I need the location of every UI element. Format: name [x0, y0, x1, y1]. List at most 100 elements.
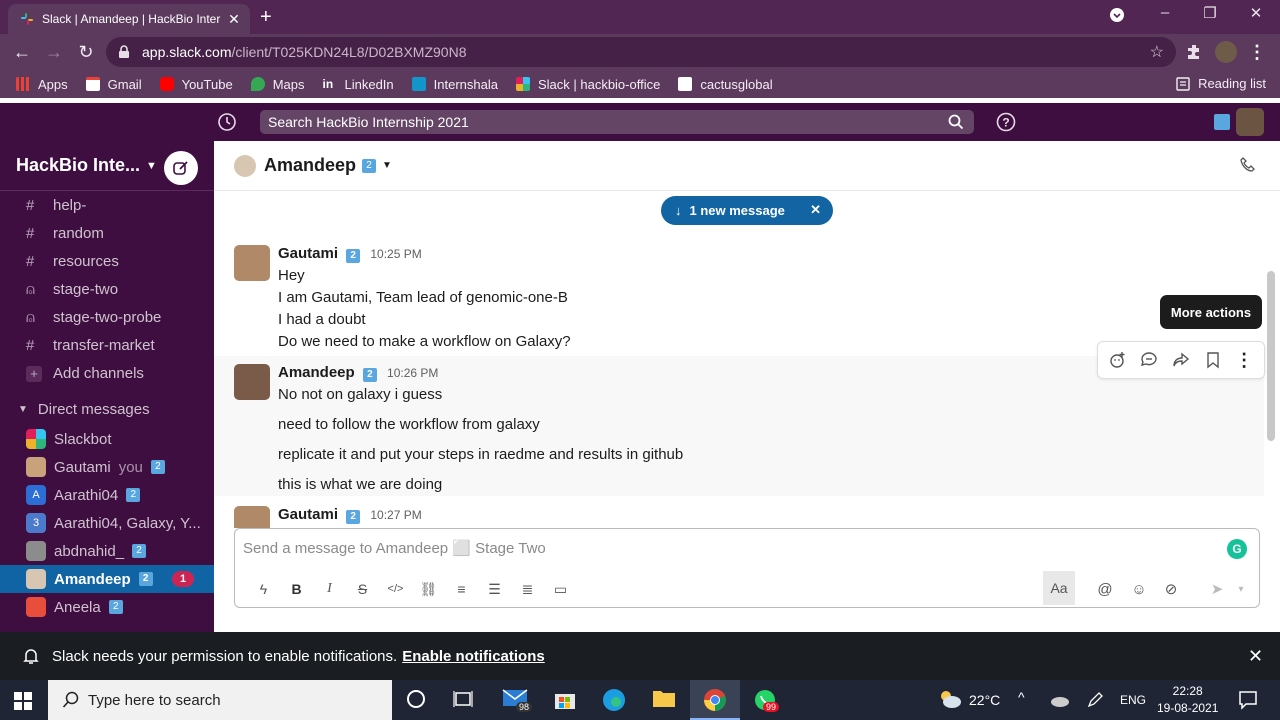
attach-icon[interactable]: ⊘: [1159, 577, 1183, 601]
ordered-list-icon[interactable]: ≡: [445, 575, 478, 603]
message-input[interactable]: [243, 537, 1203, 559]
dm-abdnahid[interactable]: abdnahid_ 2: [0, 537, 214, 565]
address-bar[interactable]: app.slack.com/client/T025KDN24L8/D02BXMZ…: [106, 37, 1176, 67]
message-author[interactable]: Gautami 2 10:27 PM: [278, 506, 422, 524]
message-author[interactable]: Amandeep 2 10:26 PM: [278, 364, 438, 382]
back-icon[interactable]: ←: [12, 42, 32, 62]
enable-notifications-link[interactable]: Enable notifications: [402, 648, 545, 665]
window-close-icon[interactable]: ✕: [1244, 4, 1268, 22]
weather-temp[interactable]: 22°C: [969, 692, 1000, 708]
bold-icon[interactable]: B: [280, 575, 313, 603]
message-time[interactable]: 10:25 PM: [370, 247, 421, 261]
edge-icon[interactable]: [602, 688, 628, 712]
channel-help[interactable]: # help-: [0, 191, 214, 219]
bulleted-list-icon[interactable]: ☰: [478, 575, 511, 603]
whatsapp-icon[interactable]: 99: [753, 688, 780, 712]
channel-stage-two[interactable]: ⍝ stage-two: [0, 275, 214, 303]
profile-avatar[interactable]: [1215, 41, 1237, 63]
avatar[interactable]: [234, 364, 270, 400]
more-actions-icon[interactable]: ⋮: [1235, 350, 1253, 371]
history-clock-icon[interactable]: [217, 112, 237, 132]
shortcuts-lightning-icon[interactable]: ϟ: [247, 575, 280, 603]
tab-close-icon[interactable]: ✕: [226, 11, 242, 28]
message-author[interactable]: Gautami 2 10:25 PM: [278, 245, 422, 263]
dm-gautami[interactable]: Gautami you 2: [0, 453, 214, 481]
mention-icon[interactable]: @: [1093, 577, 1117, 601]
share-icon[interactable]: [1172, 351, 1190, 369]
message-time[interactable]: 10:27 PM: [370, 508, 421, 522]
slack-search-input[interactable]: Search HackBio Internship 2021: [260, 110, 974, 134]
windows-start-icon[interactable]: [14, 692, 32, 710]
avatar[interactable]: [234, 506, 270, 528]
code-block-icon[interactable]: ▭: [544, 575, 577, 603]
notification-center-icon[interactable]: [1238, 690, 1258, 710]
channel-transfer-market[interactable]: # transfer-market: [0, 331, 214, 359]
task-view-icon[interactable]: [452, 688, 478, 712]
reply-thread-icon[interactable]: [1140, 351, 1158, 369]
emoji-icon[interactable]: ☺: [1127, 577, 1151, 601]
chrome-taskbar-active[interactable]: [690, 680, 740, 720]
new-message-pill[interactable]: ↓ 1 new message ✕: [661, 196, 833, 225]
italic-icon[interactable]: I: [313, 575, 346, 603]
channel-resources[interactable]: # resources: [0, 247, 214, 275]
mail-icon[interactable]: 98: [502, 688, 533, 712]
dm-aarathi04[interactable]: A Aarathi04 2: [0, 481, 214, 509]
add-reaction-icon[interactable]: [1109, 351, 1127, 369]
bookmark-star-icon[interactable]: ☆: [1150, 42, 1164, 62]
chevron-down-icon[interactable]: ▼: [382, 160, 392, 171]
reload-icon[interactable]: ↻: [76, 42, 96, 62]
dm-slackbot[interactable]: Slackbot: [0, 425, 214, 453]
grammarly-icon[interactable]: G: [1227, 539, 1247, 559]
restore-icon[interactable]: ❐: [1198, 4, 1222, 22]
bookmark-youtube[interactable]: YouTube: [159, 77, 233, 92]
channel-random[interactable]: # random: [0, 219, 214, 247]
scrollbar[interactable]: [1267, 271, 1275, 441]
user-avatar[interactable]: [1236, 108, 1264, 136]
formatting-toggle-button[interactable]: Aa: [1043, 571, 1075, 605]
add-channels-button[interactable]: + Add channels: [0, 359, 214, 387]
cortana-icon[interactable]: [405, 688, 431, 712]
dm-aneela[interactable]: Aneela 2: [0, 593, 214, 621]
reading-list-button[interactable]: Reading list: [1176, 76, 1266, 91]
send-icon[interactable]: ➤: [1205, 577, 1229, 601]
new-tab-button[interactable]: +: [260, 6, 272, 29]
status-badge-icon[interactable]: [1214, 114, 1230, 130]
forward-icon[interactable]: →: [44, 42, 64, 62]
link-icon[interactable]: ⛓: [412, 575, 445, 603]
minimize-icon[interactable]: –: [1153, 4, 1177, 21]
strikethrough-icon[interactable]: S: [346, 575, 379, 603]
message-time[interactable]: 10:26 PM: [387, 366, 438, 380]
chevron-up-icon[interactable]: ^: [1018, 689, 1025, 705]
file-explorer-icon[interactable]: [652, 688, 678, 712]
help-icon[interactable]: ?: [996, 112, 1016, 132]
dm-group-aarathi04[interactable]: 3 Aarathi04, Galaxy, Y...: [0, 509, 214, 537]
bookmark-maps[interactable]: Maps: [250, 77, 304, 92]
bookmark-icon[interactable]: [1204, 351, 1222, 369]
pen-icon[interactable]: [1086, 691, 1104, 709]
browser-tab-active[interactable]: Slack | Amandeep | HackBio Inter ✕: [8, 4, 250, 34]
browser-menu-icon[interactable]: ⋮: [1248, 42, 1266, 63]
dm-amandeep[interactable]: Amandeep 2 1: [0, 565, 214, 593]
language-indicator[interactable]: ENG: [1120, 693, 1146, 707]
close-icon[interactable]: ✕: [810, 202, 821, 218]
bookmark-slack-hackbio[interactable]: Slack | hackbio-office: [515, 77, 660, 92]
bookmark-gmail[interactable]: Gmail: [85, 77, 142, 92]
blockquote-icon[interactable]: ≣: [511, 575, 544, 603]
code-icon[interactable]: </>: [379, 575, 412, 603]
close-icon[interactable]: ✕: [1248, 646, 1263, 667]
tab-search-icon[interactable]: [1109, 7, 1133, 23]
direct-messages-header[interactable]: ▼ Direct messages: [0, 395, 214, 423]
system-clock[interactable]: 22:28 19-08-2021: [1157, 683, 1218, 717]
compose-button[interactable]: [164, 151, 198, 185]
bookmark-linkedin[interactable]: in LinkedIn: [322, 77, 393, 92]
phone-icon[interactable]: [1240, 157, 1256, 173]
weather-cloud-icon[interactable]: [937, 688, 963, 712]
channel-title[interactable]: Amandeep: [264, 155, 356, 176]
bookmark-cactusglobal[interactable]: cactusglobal: [678, 77, 773, 92]
schedule-chevron-icon[interactable]: ▾: [1229, 577, 1253, 601]
channel-stage-two-probe[interactable]: ⍝ stage-two-probe: [0, 303, 214, 331]
extensions-icon[interactable]: [1185, 43, 1203, 61]
avatar[interactable]: [234, 245, 270, 281]
onedrive-icon[interactable]: [1048, 692, 1070, 708]
taskbar-search-input[interactable]: Type here to search: [48, 680, 392, 720]
